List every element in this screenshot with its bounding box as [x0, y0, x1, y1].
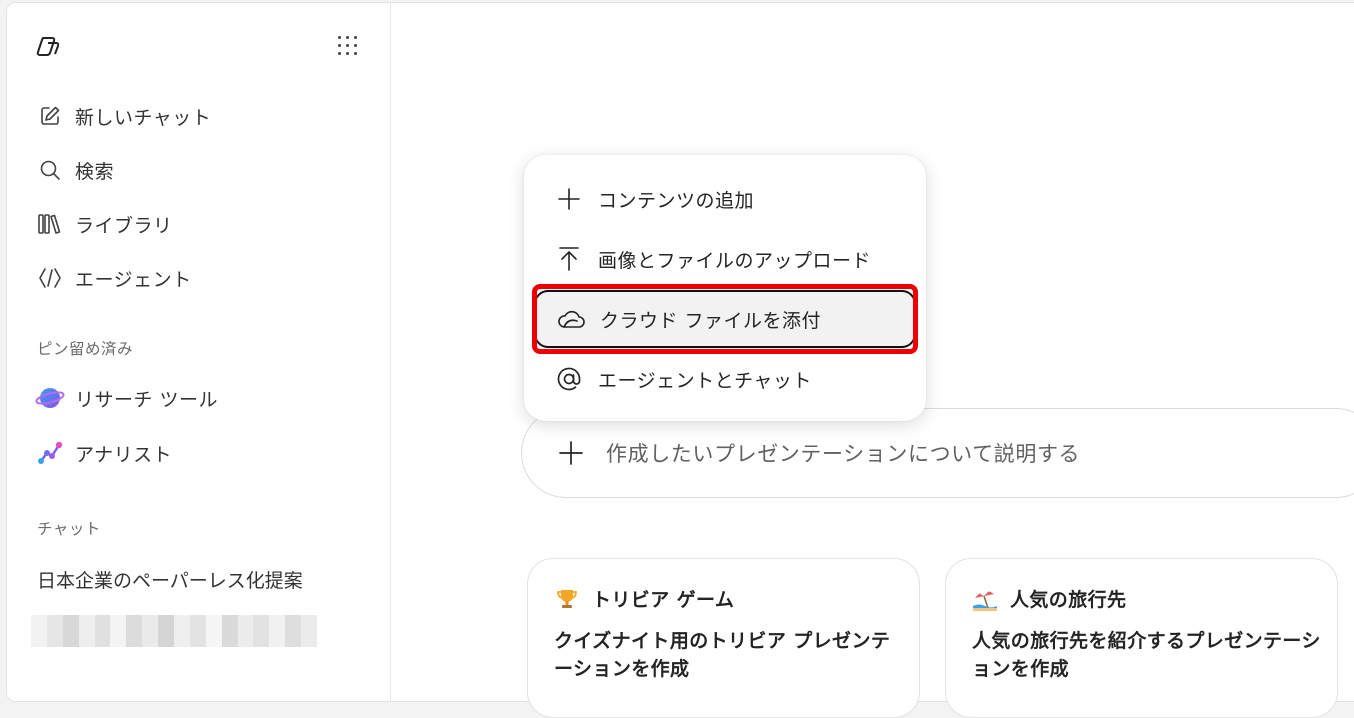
analyst-icon — [35, 438, 65, 468]
menu-upload-files[interactable]: 画像とファイルのアップロード — [534, 230, 916, 288]
researcher-icon — [35, 383, 65, 413]
nav-label: 検索 — [75, 160, 115, 183]
chat-history-item[interactable]: 日本企業のペーパーレス化提案 — [37, 566, 303, 593]
nav-search[interactable]: 検索 — [27, 148, 367, 192]
prompt-placeholder: 作成したいプレゼンテーションについて説明する — [606, 442, 1081, 466]
search-icon — [35, 155, 65, 185]
menu-item-label: エージェントとチャット — [598, 369, 812, 392]
attach-menu: コンテンツの追加 画像とファイルのアップロード クラウド ファイルを添付 エージ… — [524, 155, 926, 421]
nav-label: エージェント — [75, 268, 192, 291]
redacted-chat-item[interactable] — [31, 615, 317, 647]
nav-agents[interactable]: エージェント — [27, 256, 367, 300]
agent-icon — [35, 263, 65, 293]
menu-item-label: クラウド ファイルを添付 — [600, 309, 822, 332]
library-icon — [35, 209, 65, 239]
upload-icon — [554, 244, 584, 274]
suggestion-card-travel[interactable]: 人気の旅行先 人気の旅行先を紹介するプレゼンテーションを作成 — [945, 558, 1338, 718]
prompt-input[interactable]: 作成したいプレゼンテーションについて説明する — [521, 408, 1354, 498]
add-content-button[interactable] — [556, 438, 586, 468]
menu-item-label: 画像とファイルのアップロード — [598, 249, 872, 272]
at-icon — [554, 364, 584, 394]
app-launcher-icon[interactable] — [336, 34, 360, 58]
card-description: 人気の旅行先を紹介するプレゼンテーションを作成 — [972, 630, 1321, 680]
sidebar: 新しいチャット 検索 ライブラリ エージェント ピン留め済み リサーチ ツール … — [7, 3, 391, 701]
trophy-icon — [554, 586, 580, 612]
menu-item-label: コンテンツの追加 — [598, 189, 755, 212]
nav-label: 新しいチャット — [75, 106, 212, 129]
card-title: 人気の旅行先 — [1010, 589, 1127, 611]
pinned-analyst[interactable]: アナリスト — [27, 431, 367, 475]
menu-attach-cloud-file[interactable]: クラウド ファイルを添付 — [534, 290, 916, 348]
menu-chat-with-agent[interactable]: エージェントとチャット — [534, 350, 916, 408]
nav-new-chat[interactable]: 新しいチャット — [27, 94, 367, 138]
beach-icon — [972, 586, 998, 612]
pinned-label: リサーチ ツール — [75, 388, 219, 411]
pinned-label: アナリスト — [75, 443, 173, 466]
pinned-researcher[interactable]: リサーチ ツール — [27, 376, 367, 420]
copilot-logo-icon[interactable] — [34, 31, 64, 61]
nav-library[interactable]: ライブラリ — [27, 202, 367, 246]
menu-add-content[interactable]: コンテンツの追加 — [534, 170, 916, 228]
plus-icon — [554, 184, 584, 214]
chats-section-label: チャット — [37, 520, 101, 538]
compose-icon — [35, 101, 65, 131]
nav-label: ライブラリ — [75, 214, 173, 237]
card-description: クイズナイト用のトリビア プレゼンテーションを作成 — [554, 630, 891, 680]
suggestion-card-trivia[interactable]: トリビア ゲーム クイズナイト用のトリビア プレゼンテーションを作成 — [527, 558, 920, 718]
pinned-section-label: ピン留め済み — [37, 340, 134, 358]
card-title: トリビア ゲーム — [592, 589, 735, 611]
cloud-icon — [556, 304, 586, 334]
